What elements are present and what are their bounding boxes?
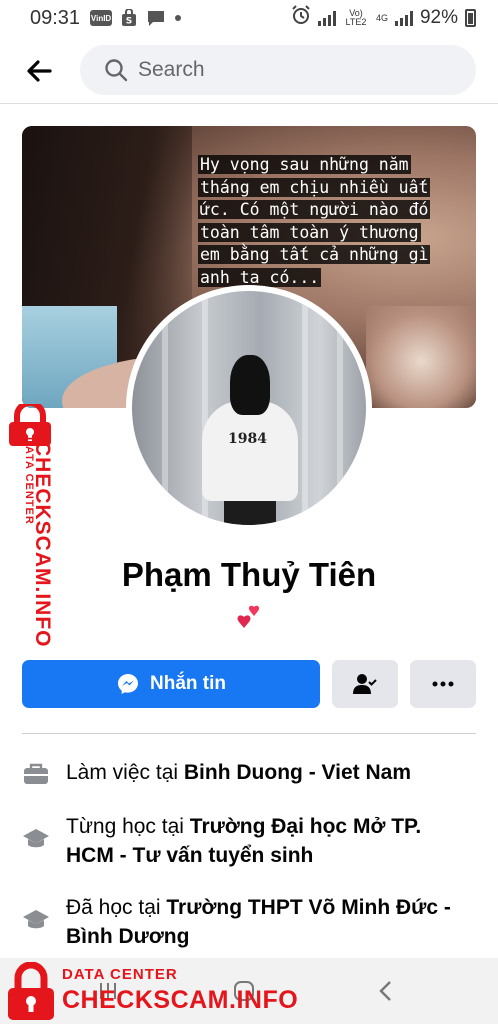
section-divider [22, 733, 476, 734]
education-info-2: Đã học tại Trường THPT Võ Minh Đức - Bìn… [22, 893, 462, 951]
education-info-1: Từng học tại Trường Đại học Mở TP. HCM -… [22, 812, 462, 870]
profile-name: Phạm Thuỷ Tiên [121, 556, 377, 593]
caption-line: ức. Có một người nào đó [198, 200, 431, 219]
caption-line: tháng em chịu nhiều uất [198, 177, 431, 197]
chat-icon [146, 9, 166, 27]
messenger-icon [118, 674, 138, 694]
work-info: Làm việc tại Binh Duong - Viet Nam [22, 758, 462, 788]
briefcase-icon [22, 760, 50, 788]
work-prefix: Làm việc tại [66, 761, 184, 784]
back-nav-button[interactable] [368, 976, 404, 1006]
caption-line: em bằng tất cả những gì [198, 245, 431, 264]
graduation-cap-icon [22, 824, 50, 852]
signal-2-icon [394, 10, 413, 26]
carrier-label: Vo) LTE2 [345, 8, 367, 27]
caption-line: toàn tâm toàn ý thương [198, 222, 421, 242]
dot-icon [174, 14, 182, 22]
chevron-left-icon [379, 981, 391, 1001]
svg-text:S: S [126, 17, 132, 27]
battery-percent: 92% [419, 7, 458, 28]
battery-icon [465, 9, 476, 27]
store-icon: S [120, 9, 138, 27]
top-bar: Search [0, 36, 498, 104]
user-check-icon [353, 674, 377, 694]
caption-line: anh ta có... [198, 267, 322, 287]
network-label: 4G [375, 12, 388, 23]
graduation-cap-icon [22, 905, 50, 933]
lock-icon [8, 962, 54, 1020]
signal-1-icon [317, 10, 336, 26]
watermark-big: CHECKSCAM.INFO [31, 441, 54, 648]
more-options-button[interactable] [410, 660, 476, 708]
message-button-label: Nhắn tin [150, 673, 226, 694]
arrow-left-icon [27, 60, 52, 82]
back-button[interactable] [22, 54, 56, 88]
work-place[interactable]: Binh Duong - Viet Nam [184, 761, 411, 784]
search-bar[interactable]: Search [80, 45, 476, 95]
viettel-icon: VinID [90, 10, 113, 26]
side-watermark: DATA CENTER CHECKSCAM.INFO [2, 404, 58, 648]
bottom-watermark: DATA CENTER CHECKSCAM.INFO [6, 962, 306, 1024]
alarm-icon [291, 5, 311, 31]
edu2-prefix: Đã học tại [66, 896, 167, 919]
cover-caption: Hy vọng sau những năm tháng em chịu nhiề… [198, 154, 468, 289]
message-button[interactable]: Nhắn tin [22, 660, 320, 708]
friend-status-button[interactable] [332, 660, 398, 708]
hearts-emoji [234, 604, 264, 634]
search-icon [105, 59, 128, 82]
caption-line: Hy vọng sau những năm [198, 155, 411, 174]
search-placeholder: Search [138, 58, 205, 81]
more-icon [432, 681, 454, 687]
status-bar: 09:31 VinID S Vo) LTE2 4G 92% [0, 0, 498, 36]
edu1-prefix: Từng học tại [66, 815, 190, 838]
profile-picture[interactable]: 1984 [132, 291, 366, 525]
status-time: 09:31 [30, 6, 81, 29]
shirt-print: 1984 [228, 431, 267, 447]
watermark-small: DATA CENTER [62, 966, 178, 983]
watermark-big: CHECKSCAM.INFO [62, 986, 299, 1014]
